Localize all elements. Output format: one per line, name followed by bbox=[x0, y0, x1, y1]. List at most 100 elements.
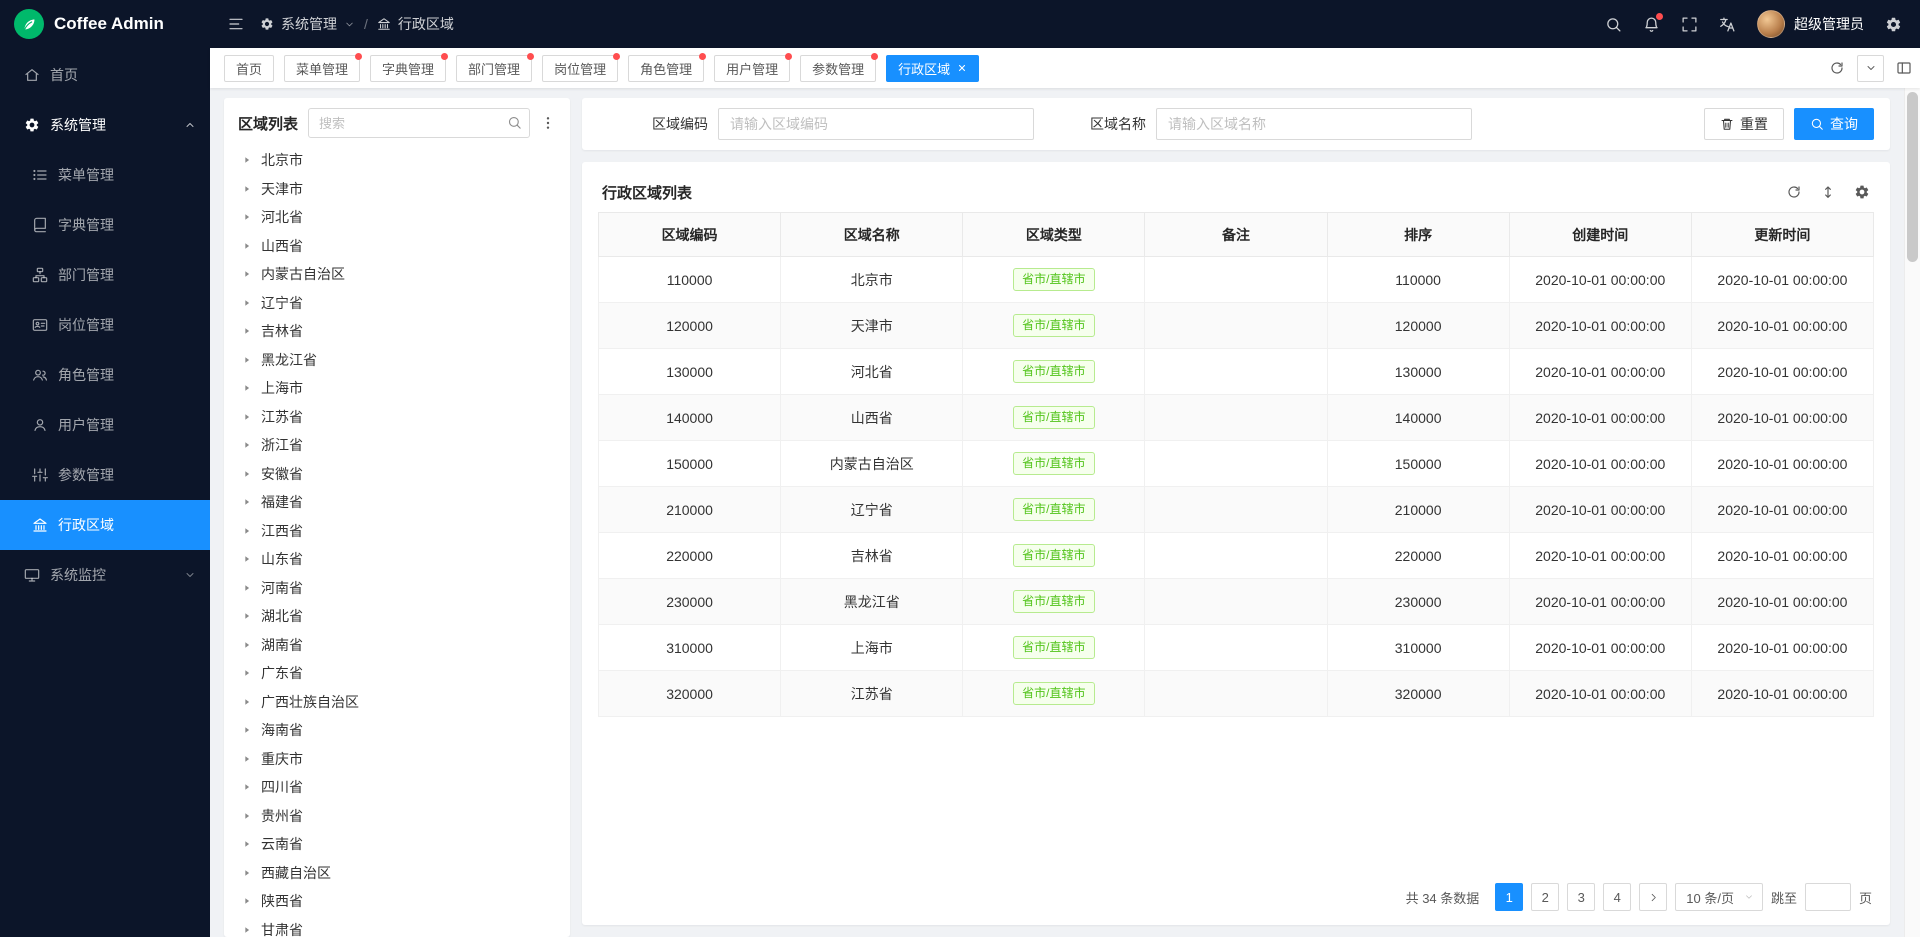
tab[interactable]: 角色管理 bbox=[628, 55, 704, 82]
tree-item[interactable]: 湖北省 bbox=[238, 602, 556, 631]
page-size-select[interactable]: 10 条/页 bbox=[1675, 883, 1763, 911]
tree-search-input[interactable] bbox=[308, 108, 530, 138]
tree-item[interactable]: 四川省 bbox=[238, 773, 556, 802]
caret-right-icon[interactable] bbox=[242, 754, 252, 764]
tree-item[interactable]: 辽宁省 bbox=[238, 289, 556, 318]
tree-item[interactable]: 西藏自治区 bbox=[238, 859, 556, 888]
search-button[interactable]: 查询 bbox=[1794, 108, 1874, 140]
caret-right-icon[interactable] bbox=[242, 212, 252, 222]
caret-right-icon[interactable] bbox=[242, 155, 252, 165]
caret-right-icon[interactable] bbox=[242, 697, 252, 707]
sidebar-group-system-management[interactable]: 系统管理 bbox=[0, 100, 210, 150]
tab[interactable]: 行政区域 bbox=[886, 55, 979, 82]
caret-right-icon[interactable] bbox=[242, 611, 252, 621]
caret-right-icon[interactable] bbox=[242, 526, 252, 536]
caret-right-icon[interactable] bbox=[242, 184, 252, 194]
table-row[interactable]: 130000 河北省 省市/直辖市 130000 2020-10-01 00:0… bbox=[599, 349, 1874, 395]
caret-right-icon[interactable] bbox=[242, 811, 252, 821]
sidebar-item-post-management[interactable]: 岗位管理 bbox=[0, 300, 210, 350]
column-header[interactable]: 更新时间 bbox=[1691, 213, 1873, 257]
tab[interactable]: 首页 bbox=[224, 55, 274, 82]
page-button[interactable]: 3 bbox=[1567, 883, 1595, 911]
table-row[interactable]: 140000 山西省 省市/直辖市 140000 2020-10-01 00:0… bbox=[599, 395, 1874, 441]
region-name-input[interactable] bbox=[1156, 108, 1472, 140]
column-height-icon[interactable] bbox=[1820, 184, 1836, 200]
tree-item[interactable]: 广东省 bbox=[238, 659, 556, 688]
caret-right-icon[interactable] bbox=[242, 326, 252, 336]
table-row[interactable]: 120000 天津市 省市/直辖市 120000 2020-10-01 00:0… bbox=[599, 303, 1874, 349]
column-header[interactable]: 区域类型 bbox=[963, 213, 1145, 257]
refresh-icon[interactable] bbox=[1786, 184, 1802, 200]
table-row[interactable]: 150000 内蒙古自治区 省市/直辖市 150000 2020-10-01 0… bbox=[599, 441, 1874, 487]
tree-item[interactable]: 福建省 bbox=[238, 488, 556, 517]
tree-item[interactable]: 内蒙古自治区 bbox=[238, 260, 556, 289]
tab[interactable]: 岗位管理 bbox=[542, 55, 618, 82]
column-header[interactable]: 区域名称 bbox=[781, 213, 963, 257]
search-icon[interactable] bbox=[507, 115, 522, 130]
page-button[interactable]: 2 bbox=[1531, 883, 1559, 911]
tree-item[interactable]: 黑龙江省 bbox=[238, 346, 556, 375]
tab-close-icon[interactable] bbox=[957, 63, 967, 73]
jump-page-input[interactable] bbox=[1805, 883, 1851, 911]
column-header[interactable]: 备注 bbox=[1145, 213, 1327, 257]
sidebar-item-user-management[interactable]: 用户管理 bbox=[0, 400, 210, 450]
tree-item[interactable]: 广西壮族自治区 bbox=[238, 688, 556, 717]
tab[interactable]: 部门管理 bbox=[456, 55, 532, 82]
column-header[interactable]: 创建时间 bbox=[1509, 213, 1691, 257]
fullscreen-icon[interactable] bbox=[1681, 16, 1698, 33]
tree-item[interactable]: 山西省 bbox=[238, 232, 556, 261]
tree-item[interactable]: 河南省 bbox=[238, 574, 556, 603]
gear-icon[interactable] bbox=[1854, 184, 1870, 200]
caret-right-icon[interactable] bbox=[242, 668, 252, 678]
tree-item[interactable]: 陕西省 bbox=[238, 887, 556, 916]
caret-right-icon[interactable] bbox=[242, 497, 252, 507]
table-row[interactable]: 310000 上海市 省市/直辖市 310000 2020-10-01 00:0… bbox=[599, 625, 1874, 671]
translate-icon[interactable] bbox=[1719, 16, 1736, 33]
column-header[interactable]: 排序 bbox=[1327, 213, 1509, 257]
tree-item[interactable]: 吉林省 bbox=[238, 317, 556, 346]
sidebar-item-dictionary-management[interactable]: 字典管理 bbox=[0, 200, 210, 250]
tab[interactable]: 用户管理 bbox=[714, 55, 790, 82]
settings-icon[interactable] bbox=[1885, 16, 1902, 33]
caret-right-icon[interactable] bbox=[242, 839, 252, 849]
sidebar-item-administrative-region[interactable]: 行政区域 bbox=[0, 500, 210, 550]
caret-right-icon[interactable] bbox=[242, 868, 252, 878]
tree-item[interactable]: 江苏省 bbox=[238, 403, 556, 432]
tree-item[interactable]: 重庆市 bbox=[238, 745, 556, 774]
search-icon[interactable] bbox=[1605, 16, 1622, 33]
caret-right-icon[interactable] bbox=[242, 440, 252, 450]
breadcrumb-page[interactable]: 行政区域 bbox=[398, 14, 454, 34]
caret-right-icon[interactable] bbox=[242, 412, 252, 422]
tab-actions-dropdown[interactable] bbox=[1857, 55, 1884, 82]
tree-item[interactable]: 上海市 bbox=[238, 374, 556, 403]
sidebar-collapse-button[interactable] bbox=[228, 16, 244, 32]
sidebar-item-department-management[interactable]: 部门管理 bbox=[0, 250, 210, 300]
caret-right-icon[interactable] bbox=[242, 725, 252, 735]
breadcrumb-section[interactable]: 系统管理 bbox=[281, 14, 337, 34]
table-row[interactable]: 110000 北京市 省市/直辖市 110000 2020-10-01 00:0… bbox=[599, 257, 1874, 303]
caret-right-icon[interactable] bbox=[242, 298, 252, 308]
tree-item[interactable]: 江西省 bbox=[238, 517, 556, 546]
tree-item[interactable]: 湖南省 bbox=[238, 631, 556, 660]
caret-right-icon[interactable] bbox=[242, 554, 252, 564]
scrollbar-thumb[interactable] bbox=[1907, 92, 1918, 262]
tree-item[interactable]: 北京市 bbox=[238, 146, 556, 175]
sidebar-group-system-monitor[interactable]: 系统监控 bbox=[0, 550, 210, 600]
sidebar-item-parameter-management[interactable]: 参数管理 bbox=[0, 450, 210, 500]
tree-item[interactable]: 贵州省 bbox=[238, 802, 556, 831]
page-button[interactable]: 1 bbox=[1495, 883, 1523, 911]
caret-right-icon[interactable] bbox=[242, 925, 252, 935]
tree-item[interactable]: 安徽省 bbox=[238, 460, 556, 489]
caret-right-icon[interactable] bbox=[242, 583, 252, 593]
tree-item[interactable]: 浙江省 bbox=[238, 431, 556, 460]
reset-button[interactable]: 重置 bbox=[1704, 108, 1784, 140]
tree-item[interactable]: 河北省 bbox=[238, 203, 556, 232]
user-menu[interactable]: 超级管理员 bbox=[1757, 10, 1864, 38]
notifications-button[interactable] bbox=[1643, 16, 1660, 33]
refresh-icon[interactable] bbox=[1829, 60, 1845, 76]
tree-more-icon[interactable] bbox=[540, 115, 556, 131]
tree-item[interactable]: 天津市 bbox=[238, 175, 556, 204]
tree-item[interactable]: 甘肃省 bbox=[238, 916, 556, 937]
tree-item[interactable]: 山东省 bbox=[238, 545, 556, 574]
caret-right-icon[interactable] bbox=[242, 469, 252, 479]
